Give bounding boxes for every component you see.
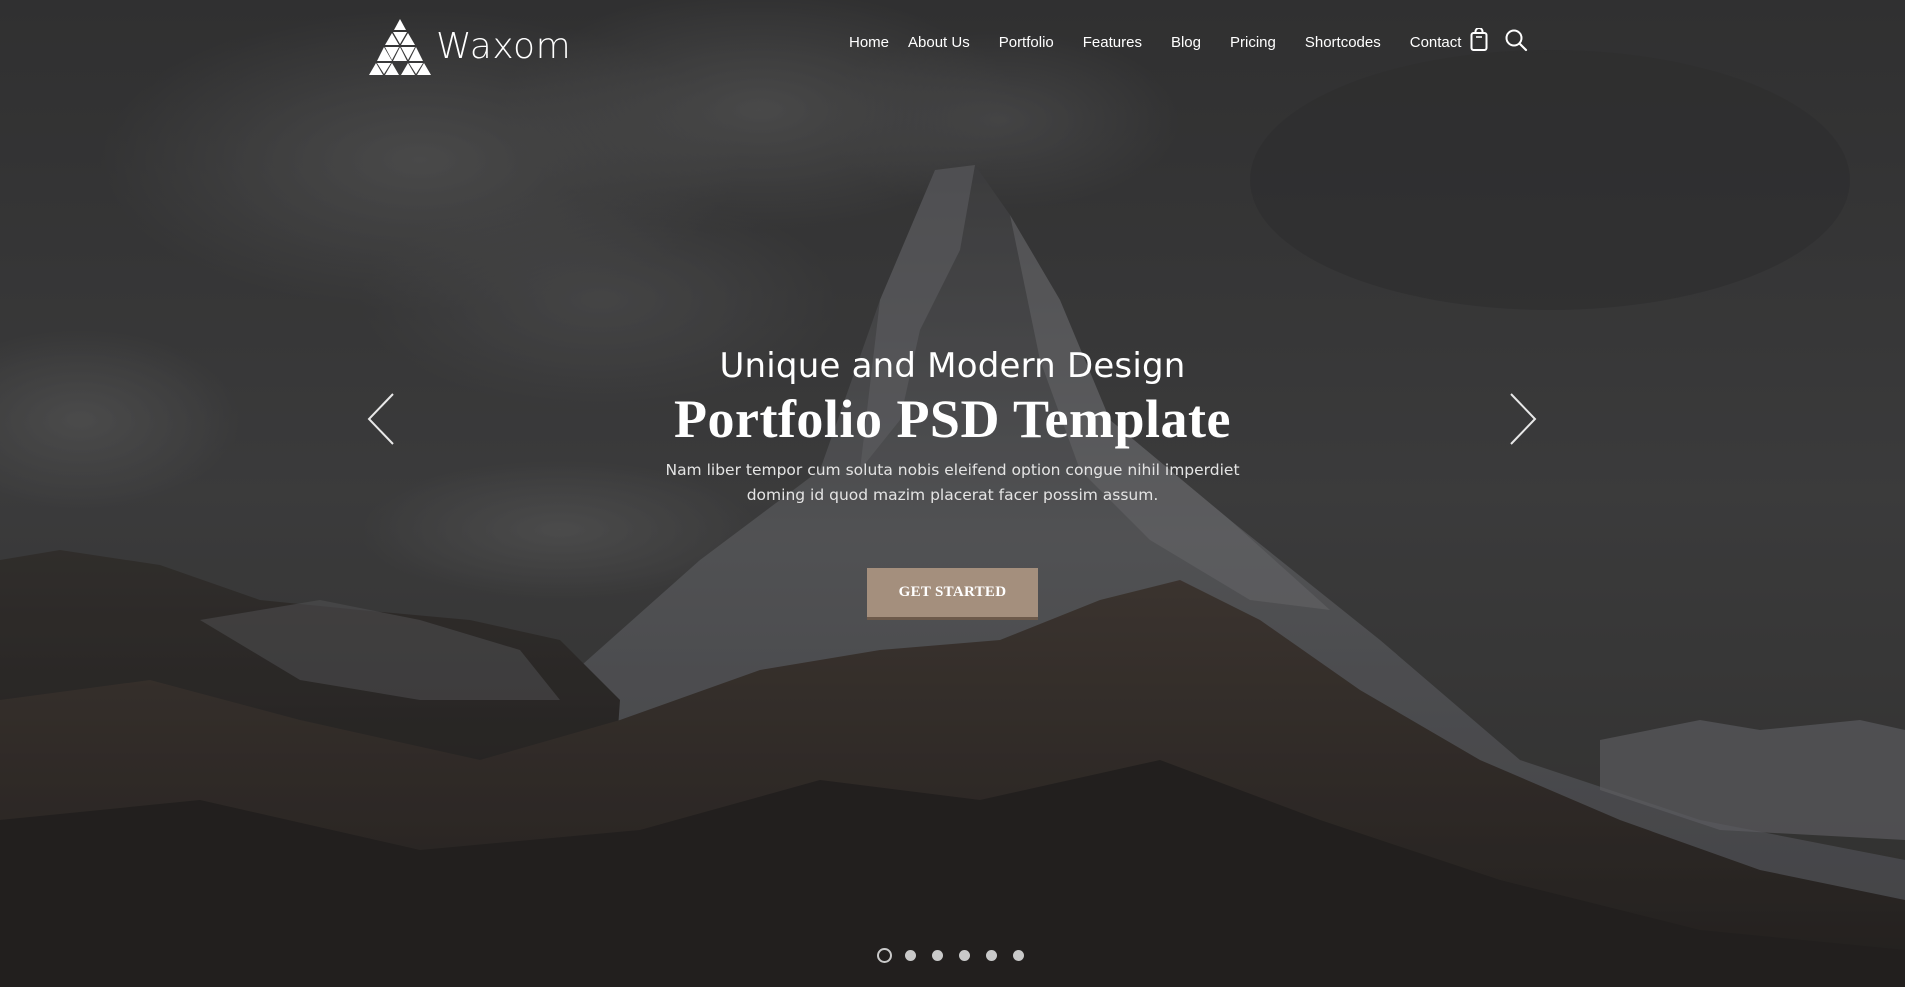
nav-item-portfolio[interactable]: Portfolio <box>999 34 1054 51</box>
main-navigation: Home About Us Portfolio Features Blog Pr… <box>849 34 1490 51</box>
search-icon[interactable] <box>1504 28 1528 52</box>
slider-dot-1[interactable] <box>877 948 892 963</box>
brand-name: Waxom <box>436 25 572 67</box>
slider-dot-6[interactable] <box>1013 950 1024 961</box>
nav-item-pricing[interactable]: Pricing <box>1230 34 1276 51</box>
nav-item-blog[interactable]: Blog <box>1171 34 1201 51</box>
slider-pagination <box>877 948 1040 963</box>
get-started-button[interactable]: GET STARTED <box>867 568 1038 620</box>
nav-item-contact[interactable]: Contact <box>1410 34 1462 51</box>
shopping-bag-icon[interactable] <box>1469 28 1489 52</box>
slider-dot-5[interactable] <box>986 950 997 961</box>
slide-kicker: Unique and Modern Design <box>719 346 1186 386</box>
slider-dot-3[interactable] <box>932 950 943 961</box>
slide-description: Nam liber tempor cum soluta nobis eleife… <box>665 461 1240 504</box>
triangle-logo-icon <box>369 19 431 75</box>
brand-logo[interactable]: Waxom <box>368 17 571 75</box>
nav-item-features[interactable]: Features <box>1083 34 1142 51</box>
slider-dot-4[interactable] <box>959 950 970 961</box>
slider-dot-2[interactable] <box>905 950 916 961</box>
slide-title: Portfolio PSD Template <box>674 389 1231 449</box>
nav-item-shortcodes[interactable]: Shortcodes <box>1305 34 1381 51</box>
nav-item-home[interactable]: Home <box>849 34 889 51</box>
nav-item-about-us[interactable]: About Us <box>908 34 970 51</box>
